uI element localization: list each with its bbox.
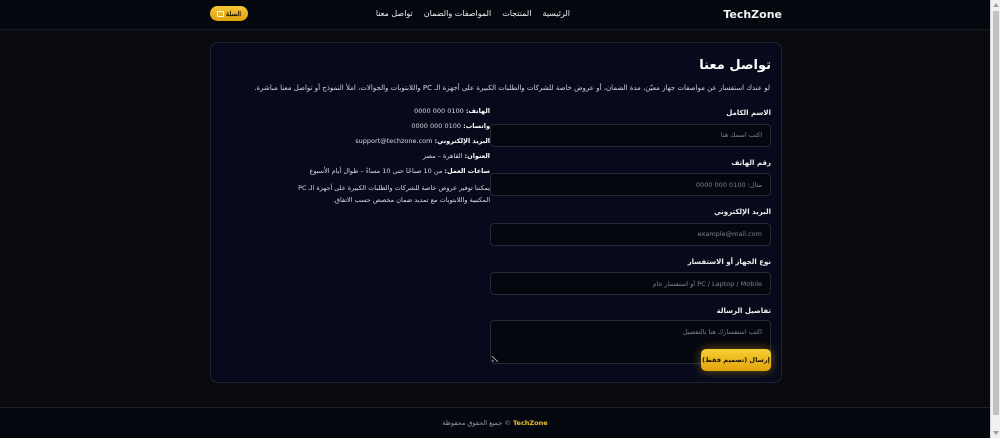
info-phone-value: 0100 000 0000 xyxy=(414,107,464,115)
info-whatsapp-key: واتساب: xyxy=(463,122,490,130)
nav-contact[interactable]: تواصل معنا xyxy=(376,9,413,18)
phone-label: رقم الهاتف xyxy=(731,158,771,167)
footer-text: جميع الحقوق محفوظة © xyxy=(442,419,511,427)
cart-label: السلة xyxy=(225,10,242,18)
info-address: العنوان: القاهرة – مصر xyxy=(390,152,490,160)
name-label: الاسم الكامل xyxy=(726,109,771,117)
nav-products[interactable]: المنتجات xyxy=(502,9,531,18)
info-whatsapp-value: 0100 000 0000 xyxy=(411,122,462,130)
submit-button[interactable]: إرسال (تصميم فقط) xyxy=(701,349,771,371)
info-note: يمكننا توفير عروض خاصة للشركات والطلبات … xyxy=(298,184,490,204)
device-label: نوع الجهاز أو الاستفسار xyxy=(687,257,771,266)
site-footer: جميع الحقوق محفوظة © TechZone xyxy=(0,407,990,438)
page-scrollbar[interactable] xyxy=(990,0,1000,438)
site-logo[interactable]: TechZone xyxy=(723,8,782,21)
cart-button[interactable]: السلة xyxy=(210,6,248,21)
nav-specs-warranty[interactable]: المواصفات والضمان xyxy=(424,9,491,18)
main-nav: الرئيسية المنتجات المواصفات والضمان تواص… xyxy=(376,9,570,18)
info-hours-value: من 10 صباحًا حتى 10 مساءً – طوال أيام ال… xyxy=(309,167,443,175)
intro-text: لو عندك استفسار عن مواصفات جهاز معيّن، م… xyxy=(254,84,770,92)
device-input[interactable] xyxy=(490,272,771,295)
message-label: تفاصيل الرسالة xyxy=(716,307,771,315)
contact-form: الاسم الكامل رقم الهاتف البريد الإلكترون… xyxy=(490,109,771,380)
info-address-value: القاهرة – مصر xyxy=(422,152,463,160)
info-whatsapp: واتساب: 0100 000 0000 xyxy=(390,122,490,130)
info-hours-key: ساعات العمل: xyxy=(444,167,490,175)
email-input[interactable] xyxy=(490,222,771,246)
name-input[interactable] xyxy=(490,123,771,147)
info-address-key: العنوان: xyxy=(464,152,490,160)
nav-home[interactable]: الرئيسية xyxy=(542,9,570,18)
info-phone: الهاتف: 0100 000 0000 xyxy=(390,107,490,115)
email-label: البريد الإلكتروني xyxy=(714,208,771,216)
info-hours: ساعات العمل: من 10 صباحًا حتى 10 مساءً –… xyxy=(309,167,490,175)
info-email-value: support@techzone.com xyxy=(355,137,433,145)
page-title: تواصل معنا xyxy=(699,58,771,73)
scroll-down-icon[interactable] xyxy=(993,431,999,435)
footer-brand: TechZone xyxy=(512,419,548,427)
info-phone-key: الهاتف: xyxy=(465,107,490,115)
scroll-up-icon[interactable] xyxy=(993,3,999,7)
scroll-thumb[interactable] xyxy=(993,11,999,415)
footer-copyright: جميع الحقوق محفوظة © TechZone xyxy=(0,419,990,427)
contact-info: الهاتف: 0100 000 0000 واتساب: 0100 000 0… xyxy=(298,107,490,206)
cart-icon xyxy=(216,10,224,17)
site-header: TechZone الرئيسية المنتجات المواصفات وال… xyxy=(0,0,990,30)
info-email-key: البريد الإلكتروني: xyxy=(434,137,490,145)
contact-card: تواصل معنا لو عندك استفسار عن مواصفات جه… xyxy=(210,42,782,383)
phone-input[interactable] xyxy=(490,173,771,196)
info-email: البريد الإلكتروني: support@techzone.com xyxy=(355,137,490,145)
